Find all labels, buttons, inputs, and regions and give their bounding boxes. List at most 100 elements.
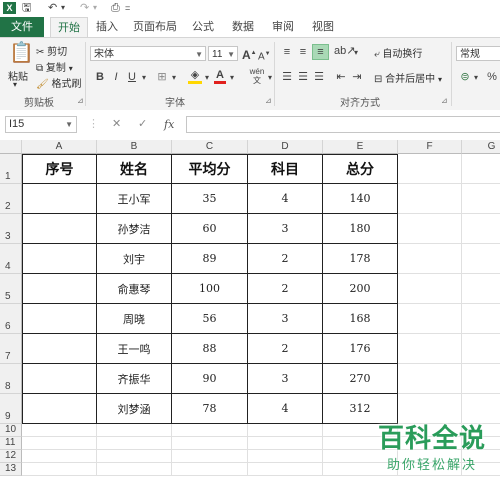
decrease-indent-icon[interactable]: ⇤ <box>334 70 348 84</box>
table-cell[interactable] <box>22 214 97 244</box>
table-header-cell[interactable]: 平均分 <box>172 154 248 184</box>
row-header-9[interactable]: 9 <box>0 394 22 424</box>
percent-button[interactable]: % <box>486 70 498 84</box>
row-header-6[interactable]: 6 <box>0 304 22 334</box>
grid-cell[interactable] <box>398 274 462 304</box>
align-left-icon[interactable]: ☰ <box>280 70 294 84</box>
bold-button[interactable]: B <box>94 70 106 84</box>
font-color-button[interactable]: A <box>214 69 226 84</box>
number-format-combo[interactable]: 常规 <box>456 46 500 61</box>
paste-button[interactable]: 粘贴 <box>8 68 28 83</box>
column-header-d[interactable]: D <box>248 140 323 154</box>
merge-center-button[interactable]: ⊟ 合并后居中 ▾ <box>374 70 442 85</box>
column-header-e[interactable]: E <box>323 140 398 154</box>
table-cell[interactable]: 孙梦洁 <box>97 214 172 244</box>
undo-icon[interactable]: ↶ <box>48 1 57 15</box>
undo-dropdown-icon[interactable]: ▾ <box>61 1 65 15</box>
row-header-2[interactable]: 2 <box>0 184 22 214</box>
table-cell[interactable]: 88 <box>172 334 248 364</box>
table-cell[interactable] <box>22 274 97 304</box>
table-cell[interactable]: 2 <box>248 244 323 274</box>
save-icon[interactable]: 🖫 <box>22 1 31 15</box>
grid-cell[interactable] <box>398 154 462 184</box>
font-launcher-icon[interactable]: ⊿ <box>265 96 272 105</box>
orientation-icon[interactable]: ab↗ <box>334 44 355 58</box>
phonetic-guide-button[interactable]: wén 文 <box>246 67 268 85</box>
underline-button[interactable]: U <box>126 70 138 84</box>
formula-input[interactable] <box>186 116 500 133</box>
paste-icon[interactable]: 📋 <box>9 42 34 64</box>
row-header-4[interactable]: 4 <box>0 244 22 274</box>
tab-page-layout[interactable]: 页面布局 <box>132 17 178 37</box>
customize-qat-icon[interactable]: = <box>125 1 130 15</box>
wrap-text-button[interactable]: ⤶ 自动换行 <box>374 45 422 60</box>
row-header-7[interactable]: 7 <box>0 334 22 364</box>
enter-icon[interactable]: ✓ <box>138 116 147 133</box>
grid-cell[interactable] <box>462 214 500 244</box>
column-header-f[interactable]: F <box>398 140 462 154</box>
row-header-11[interactable]: 11 <box>0 437 22 450</box>
fill-color-dropdown-icon[interactable]: ▾ <box>203 71 211 85</box>
table-cell[interactable]: 180 <box>323 214 398 244</box>
print-preview-icon[interactable]: ⎙ <box>111 1 120 15</box>
alignment-launcher-icon[interactable]: ⊿ <box>441 96 448 105</box>
grid-cell[interactable] <box>462 334 500 364</box>
table-cell[interactable]: 2 <box>248 274 323 304</box>
table-cell[interactable]: 齐振华 <box>97 364 172 394</box>
align-middle-icon[interactable]: ≡ <box>296 45 310 59</box>
table-header-cell[interactable]: 序号 <box>22 154 97 184</box>
grid-cell[interactable] <box>462 394 500 424</box>
row-header-12[interactable]: 12 <box>0 450 22 463</box>
row-header-3[interactable]: 3 <box>0 214 22 244</box>
grid-cell[interactable] <box>22 437 97 450</box>
table-cell[interactable]: 56 <box>172 304 248 334</box>
table-cell[interactable]: 35 <box>172 184 248 214</box>
table-cell[interactable] <box>22 334 97 364</box>
redo-dropdown-icon[interactable]: ▾ <box>93 1 97 15</box>
grid-cell[interactable] <box>462 244 500 274</box>
column-header-c[interactable]: C <box>172 140 248 154</box>
tab-insert[interactable]: 插入 <box>92 17 122 37</box>
grid-cell[interactable] <box>398 364 462 394</box>
table-cell[interactable] <box>22 244 97 274</box>
grid-cell[interactable] <box>462 274 500 304</box>
cut-button[interactable]: ✂ 剪切 <box>36 43 67 58</box>
table-cell[interactable] <box>22 364 97 394</box>
paste-dropdown-icon[interactable]: ▾ <box>13 80 17 89</box>
grid-cell[interactable] <box>97 437 172 450</box>
grid-cell[interactable] <box>22 424 97 437</box>
table-cell[interactable]: 178 <box>323 244 398 274</box>
font-name-combo[interactable]: 宋体 ▼ <box>90 46 206 61</box>
tab-review[interactable]: 审阅 <box>268 17 298 37</box>
row-header-5[interactable]: 5 <box>0 274 22 304</box>
table-cell[interactable]: 4 <box>248 184 323 214</box>
table-cell[interactable]: 周晓 <box>97 304 172 334</box>
grid-cell[interactable] <box>172 450 248 463</box>
table-cell[interactable]: 刘宇 <box>97 244 172 274</box>
font-color-dropdown-icon[interactable]: ▾ <box>228 71 236 85</box>
table-cell[interactable]: 王小军 <box>97 184 172 214</box>
phonetic-dropdown-icon[interactable]: ▾ <box>266 71 274 85</box>
fill-color-icon[interactable]: ◈ <box>188 69 202 84</box>
align-right-icon[interactable]: ☰ <box>312 70 326 84</box>
row-header-13[interactable]: 13 <box>0 463 22 476</box>
row-header-8[interactable]: 8 <box>0 364 22 394</box>
grid-cell[interactable] <box>398 184 462 214</box>
column-header-a[interactable]: A <box>22 140 97 154</box>
table-cell[interactable] <box>22 394 97 424</box>
select-all-corner[interactable] <box>0 140 22 154</box>
cancel-icon[interactable]: ✕ <box>112 116 121 133</box>
table-cell[interactable]: 3 <box>248 364 323 394</box>
grid-cell[interactable] <box>97 424 172 437</box>
name-box[interactable]: I15 ▼ <box>5 116 77 133</box>
grid-cell[interactable] <box>462 154 500 184</box>
grid-cell[interactable] <box>97 463 172 476</box>
grid-cell[interactable] <box>398 244 462 274</box>
underline-dropdown-icon[interactable]: ▾ <box>140 71 148 85</box>
clipboard-launcher-icon[interactable]: ⊿ <box>77 96 84 105</box>
table-cell[interactable]: 200 <box>323 274 398 304</box>
align-top-icon[interactable]: ≡ <box>280 45 294 59</box>
grid-cell[interactable] <box>22 450 97 463</box>
table-cell[interactable] <box>22 304 97 334</box>
grid-cell[interactable] <box>172 463 248 476</box>
